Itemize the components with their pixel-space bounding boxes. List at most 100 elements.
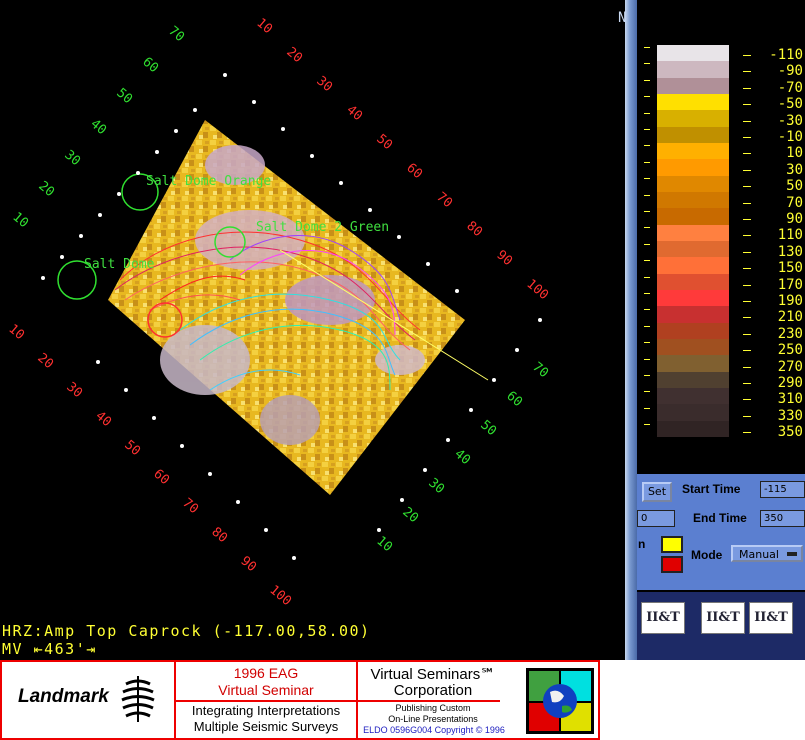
- grid-dot: [136, 171, 140, 175]
- scale-tick: [743, 153, 751, 155]
- grid-label: 40: [343, 103, 365, 125]
- end-time-field[interactable]: 350: [760, 510, 805, 527]
- panel-edge-glyph: N: [618, 10, 627, 26]
- grid-label: 20: [35, 179, 57, 201]
- divider-line: [358, 700, 500, 702]
- scale-label: 330: [777, 407, 803, 424]
- scale-tick: [644, 358, 650, 360]
- scale-tick: [644, 178, 650, 180]
- grid-dot: [455, 289, 459, 293]
- scale-tick: [743, 169, 751, 171]
- seismic-map-view[interactable]: Salt Dome Orange Salt Dome 2 Green Salt …: [0, 0, 625, 660]
- scale-tick: [743, 137, 751, 138]
- scale-tick: [743, 104, 751, 106]
- grid-dot: [492, 378, 496, 382]
- scale-tick: [743, 383, 751, 384]
- grid-label: 70: [179, 496, 201, 518]
- color-scale-band: [657, 45, 729, 62]
- color-scale-band: [657, 143, 729, 160]
- grid-dot: [281, 127, 285, 131]
- grid-dot: [446, 438, 450, 442]
- grid-label: 50: [121, 438, 143, 460]
- seminar-banner: Landmark 1996 EAG Virtual Seminar Integr…: [0, 660, 600, 740]
- publish-line-1: Publishing Custom: [395, 703, 471, 713]
- color-swatch-red[interactable]: [661, 556, 683, 573]
- scale-tick: [644, 407, 650, 409]
- eag-subtitle: Virtual Seminar: [218, 682, 314, 698]
- scale-tick: [644, 325, 650, 327]
- grid-dot: [368, 208, 372, 212]
- color-scale-band: [657, 126, 729, 144]
- grid-dot: [180, 444, 184, 448]
- color-scale-band: [657, 110, 729, 128]
- grid-dot: [264, 528, 268, 532]
- grid-label: 10: [5, 322, 27, 344]
- scale-tick: [743, 268, 751, 270]
- divider-line: [176, 700, 356, 702]
- grid-label: 60: [403, 161, 425, 183]
- scale-label: 50: [786, 178, 803, 195]
- grid-label: 70: [529, 360, 551, 382]
- grid-label: 100: [266, 583, 294, 610]
- scale-label: 90: [786, 211, 803, 227]
- publish-line-2: On-Line Presentations: [388, 714, 478, 724]
- color-scale-band: [657, 61, 729, 79]
- scale-tick: [743, 235, 751, 237]
- scale-label: 70: [786, 194, 803, 211]
- set-button[interactable]: Set: [642, 482, 672, 502]
- grid-label: 40: [87, 117, 109, 139]
- window-divider[interactable]: [625, 0, 637, 660]
- scale-tick: [644, 63, 650, 65]
- grid-label: 70: [165, 24, 187, 46]
- grid-label: 70: [433, 190, 455, 212]
- grid-label: 10: [253, 16, 275, 38]
- annotation-salt-dome-2-green: Salt Dome 2 Green: [256, 220, 389, 235]
- scale-tick: [743, 366, 751, 368]
- partial-label: n: [638, 537, 646, 551]
- scale-label: -30: [777, 112, 803, 129]
- grid-dot: [124, 388, 128, 392]
- grid-dot: [155, 150, 159, 154]
- scale-label: -50: [777, 96, 803, 113]
- thumbnail-item[interactable]: II&T: [749, 602, 793, 634]
- color-swatch-yellow[interactable]: [661, 536, 683, 553]
- thumbnail-item[interactable]: II&T: [641, 602, 685, 634]
- color-scale-band: [657, 175, 729, 193]
- grid-label: 40: [451, 447, 473, 469]
- color-scale-band: [657, 273, 729, 291]
- scale-label: 10: [786, 145, 803, 162]
- color-scale-band: [657, 192, 729, 209]
- grid-dot: [236, 500, 240, 504]
- grid-label: 90: [493, 248, 515, 270]
- grid-dot: [310, 154, 314, 158]
- scale-tick: [743, 350, 751, 352]
- grid-label: 10: [373, 534, 395, 556]
- scale-label: 290: [777, 375, 803, 391]
- scale-tick: [743, 399, 751, 401]
- scale-label: 310: [777, 391, 803, 408]
- grid-label: 30: [63, 380, 85, 402]
- color-scale-band: [657, 257, 729, 275]
- color-scale-bar[interactable]: [657, 45, 729, 438]
- scale-tick: [743, 55, 751, 56]
- grid-label: 30: [313, 74, 335, 96]
- scale-tick: [743, 120, 751, 122]
- landmark-logo-text: Landmark: [18, 686, 109, 707]
- start-time-field[interactable]: -115: [760, 481, 805, 498]
- grid-dot: [400, 498, 404, 502]
- mode-dropdown[interactable]: Manual: [731, 545, 803, 562]
- grid-label: 50: [113, 86, 135, 108]
- scale-label: 150: [777, 260, 803, 277]
- scale-tick: [644, 227, 650, 229]
- scale-tick: [644, 211, 650, 212]
- scale-tick: [644, 161, 650, 163]
- grid-label: 10: [9, 210, 31, 232]
- thumbnail-item[interactable]: II&T: [701, 602, 745, 634]
- left-time-field[interactable]: 0: [637, 510, 675, 527]
- scale-tick: [644, 342, 650, 344]
- grid-dot: [292, 556, 296, 560]
- color-scale-band: [657, 371, 729, 389]
- eag-cell: 1996 EAG Virtual Seminar Integrating Int…: [176, 662, 358, 738]
- seismic-map-canvas[interactable]: Salt Dome Orange Salt Dome 2 Green Salt …: [0, 0, 625, 660]
- scale-tick: [743, 432, 751, 434]
